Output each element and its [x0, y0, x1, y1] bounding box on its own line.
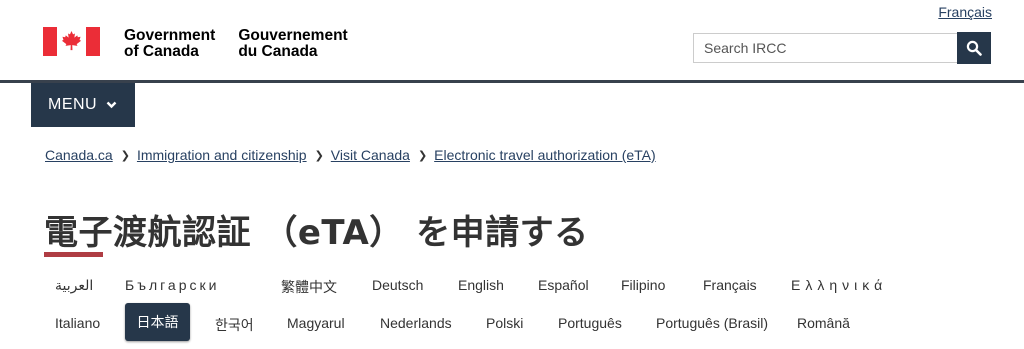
- language-option-greek[interactable]: Ελληνικά: [791, 277, 887, 293]
- language-option-arabic[interactable]: العربية: [55, 277, 93, 294]
- chevron-right-icon: ❯: [417, 149, 428, 162]
- government-signature[interactable]: Government of Canada Gouvernement du Can…: [43, 27, 348, 60]
- language-option-spanish[interactable]: Español: [538, 277, 589, 293]
- language-option-english[interactable]: English: [458, 277, 504, 293]
- language-option-korean[interactable]: 한국어: [215, 315, 254, 335]
- search-icon: [966, 40, 982, 56]
- canada-flag-icon: [43, 27, 100, 56]
- language-option-polish[interactable]: Polski: [486, 315, 523, 331]
- language-option-french[interactable]: Français: [703, 277, 757, 293]
- search-input[interactable]: [693, 33, 957, 63]
- menu-label: MENU: [48, 96, 98, 113]
- menu-button[interactable]: MENU: [31, 83, 135, 127]
- breadcrumb: Canada.ca ❯ Immigration and citizenship …: [45, 147, 656, 163]
- language-option-romanian[interactable]: Română: [797, 315, 850, 331]
- breadcrumb-link-immigration[interactable]: Immigration and citizenship: [137, 147, 307, 163]
- breadcrumb-link-visit-canada[interactable]: Visit Canada: [331, 147, 410, 163]
- language-option-italian[interactable]: Italiano: [55, 315, 100, 331]
- language-option-chinese-traditional[interactable]: 繁體中文: [281, 277, 337, 297]
- signature-english: Government of Canada: [124, 27, 216, 60]
- chevron-right-icon: ❯: [120, 149, 130, 162]
- language-option-hungarian[interactable]: Magyarul: [287, 315, 345, 331]
- header-divider: [0, 80, 1024, 83]
- signature-french: Gouvernement du Canada: [238, 27, 348, 60]
- language-toggle-link[interactable]: Français: [938, 4, 992, 20]
- chevron-right-icon: ❯: [314, 149, 324, 162]
- chevron-down-icon: [106, 101, 117, 109]
- language-option-portuguese[interactable]: Português: [558, 315, 622, 331]
- language-option-german[interactable]: Deutsch: [372, 277, 423, 293]
- search-button[interactable]: [957, 32, 991, 64]
- page-title: 電子渡航認証 （eTA） を申請する: [44, 213, 589, 253]
- language-option-filipino[interactable]: Filipino: [621, 277, 665, 293]
- breadcrumb-link-eta[interactable]: Electronic travel authorization (eTA): [434, 147, 656, 163]
- title-underline: [44, 252, 103, 257]
- language-option-portuguese-brazil[interactable]: Português (Brasil): [656, 315, 768, 331]
- language-option-japanese[interactable]: 日本語: [125, 303, 190, 341]
- breadcrumb-link-canada[interactable]: Canada.ca: [45, 147, 113, 163]
- language-option-bulgarian[interactable]: Български: [125, 277, 219, 293]
- language-option-dutch[interactable]: Nederlands: [380, 315, 452, 331]
- search-form: [693, 32, 991, 64]
